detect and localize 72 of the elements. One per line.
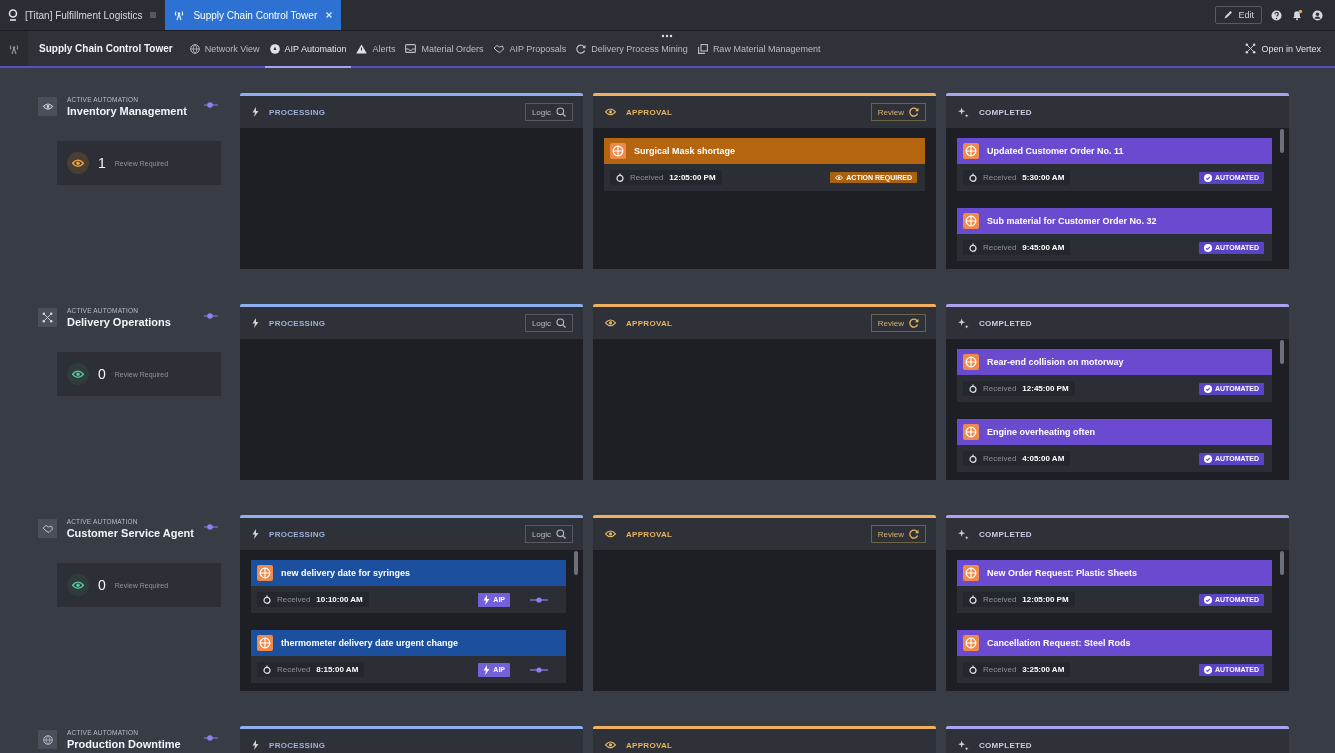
card-title: thermometer delivery date urgent change: [281, 638, 459, 648]
card-header[interactable]: New Order Request: Plastic Sheets: [957, 560, 1272, 586]
received-label: Received: [983, 243, 1017, 252]
card-title: Surgical Mask shortage: [634, 146, 736, 156]
received-label: Received: [983, 665, 1017, 674]
card-header[interactable]: Rear-end collision on motorway: [957, 349, 1272, 375]
received-label: Received: [983, 173, 1017, 182]
review-count: 0: [98, 577, 106, 593]
nav-tab[interactable]: Alerts: [351, 31, 401, 68]
column-title: COMPLETED: [979, 107, 1032, 117]
received-time: 12:05:00 PM: [669, 173, 716, 182]
card-title: Rear-end collision on motorway: [987, 357, 1124, 367]
nav-tab[interactable]: AIP Proposals: [488, 31, 572, 68]
automation-name: Customer Service Agent: [66, 527, 194, 539]
card-title: Cancellation Request: Steel Rods: [987, 638, 1131, 648]
card-header[interactable]: Updated Customer Order No. 11: [957, 138, 1272, 164]
review-count: 0: [98, 366, 106, 382]
column-title: APPROVAL: [626, 318, 673, 328]
received-label: Received: [277, 665, 311, 674]
received-time: 9:45:00 AM: [1022, 243, 1065, 252]
received-time: 10:10:00 AM: [316, 595, 363, 604]
column-action-button[interactable]: Logic: [524, 525, 573, 543]
card-header[interactable]: Cancellation Request: Steel Rods: [957, 630, 1272, 656]
card-header[interactable]: thermometer delivery date urgent change: [251, 630, 566, 656]
column-action-button[interactable]: Review: [870, 525, 926, 543]
card-header[interactable]: Surgical Mask shortage: [604, 138, 925, 164]
card-title: Sub material for Customer Order No. 32: [987, 216, 1157, 226]
nav-tab[interactable]: Raw Material Management: [692, 31, 826, 68]
nav-tab[interactable]: Delivery Process Mining: [571, 31, 693, 68]
column-title: PROCESSING: [269, 107, 326, 117]
column-title: COMPLETED: [979, 529, 1032, 539]
edit-button[interactable]: Edit: [1215, 6, 1262, 24]
received-time: 3:25:00 AM: [1022, 665, 1065, 674]
card-header[interactable]: Sub material for Customer Order No. 32: [957, 208, 1272, 234]
received-time: 4:05:00 AM: [1022, 454, 1065, 463]
automation-name: Production Downtime: [67, 738, 182, 750]
received-label: Received: [277, 595, 311, 604]
app-title: Supply Chain Control Tower: [38, 42, 174, 56]
received-label: Received: [983, 454, 1017, 463]
received-label: Received: [983, 595, 1017, 604]
column-title: COMPLETED: [979, 740, 1032, 750]
column-title: PROCESSING: [269, 740, 326, 750]
received-time: 12:05:00 PM: [1022, 595, 1069, 604]
column-title: PROCESSING: [269, 529, 326, 539]
received-label: Received: [630, 173, 664, 182]
tab[interactable]: [Titan] Fulfillment Logistics: [0, 0, 166, 30]
card-header[interactable]: Engine overheating often: [957, 419, 1272, 445]
card-title: Updated Customer Order No. 11: [987, 146, 1124, 156]
column-title: COMPLETED: [979, 318, 1032, 328]
column-title: APPROVAL: [626, 740, 673, 750]
tab[interactable]: Supply Chain Control Tower: [165, 0, 342, 30]
nav-tab[interactable]: Material Orders: [400, 31, 489, 68]
automation-name: Delivery Operations: [67, 316, 172, 328]
nav-tab[interactable]: Network View: [184, 31, 265, 68]
column-title: PROCESSING: [269, 318, 326, 328]
card-title: New Order Request: Plastic Sheets: [987, 568, 1138, 578]
column-action-button[interactable]: Logic: [524, 314, 573, 332]
received-time: 12:45:00 PM: [1022, 384, 1069, 393]
received-label: Received: [983, 384, 1017, 393]
card-title: new delivery date for syringes: [281, 568, 411, 578]
received-time: 8:15:00 AM: [316, 665, 359, 674]
received-time: 5:30:00 AM: [1022, 173, 1065, 182]
open-in-vertex-link[interactable]: Open in Vertex: [1245, 31, 1335, 66]
review-count: 1: [98, 155, 106, 171]
card-header[interactable]: new delivery date for syringes: [251, 560, 566, 586]
card-title: Engine overheating often: [987, 427, 1095, 437]
column-title: APPROVAL: [626, 107, 673, 117]
automation-name: Inventory Management: [67, 105, 188, 117]
column-action-button[interactable]: Logic: [524, 103, 573, 121]
column-action-button[interactable]: Review: [870, 314, 926, 332]
column-action-button[interactable]: Review: [870, 103, 926, 121]
column-title: APPROVAL: [626, 529, 673, 539]
